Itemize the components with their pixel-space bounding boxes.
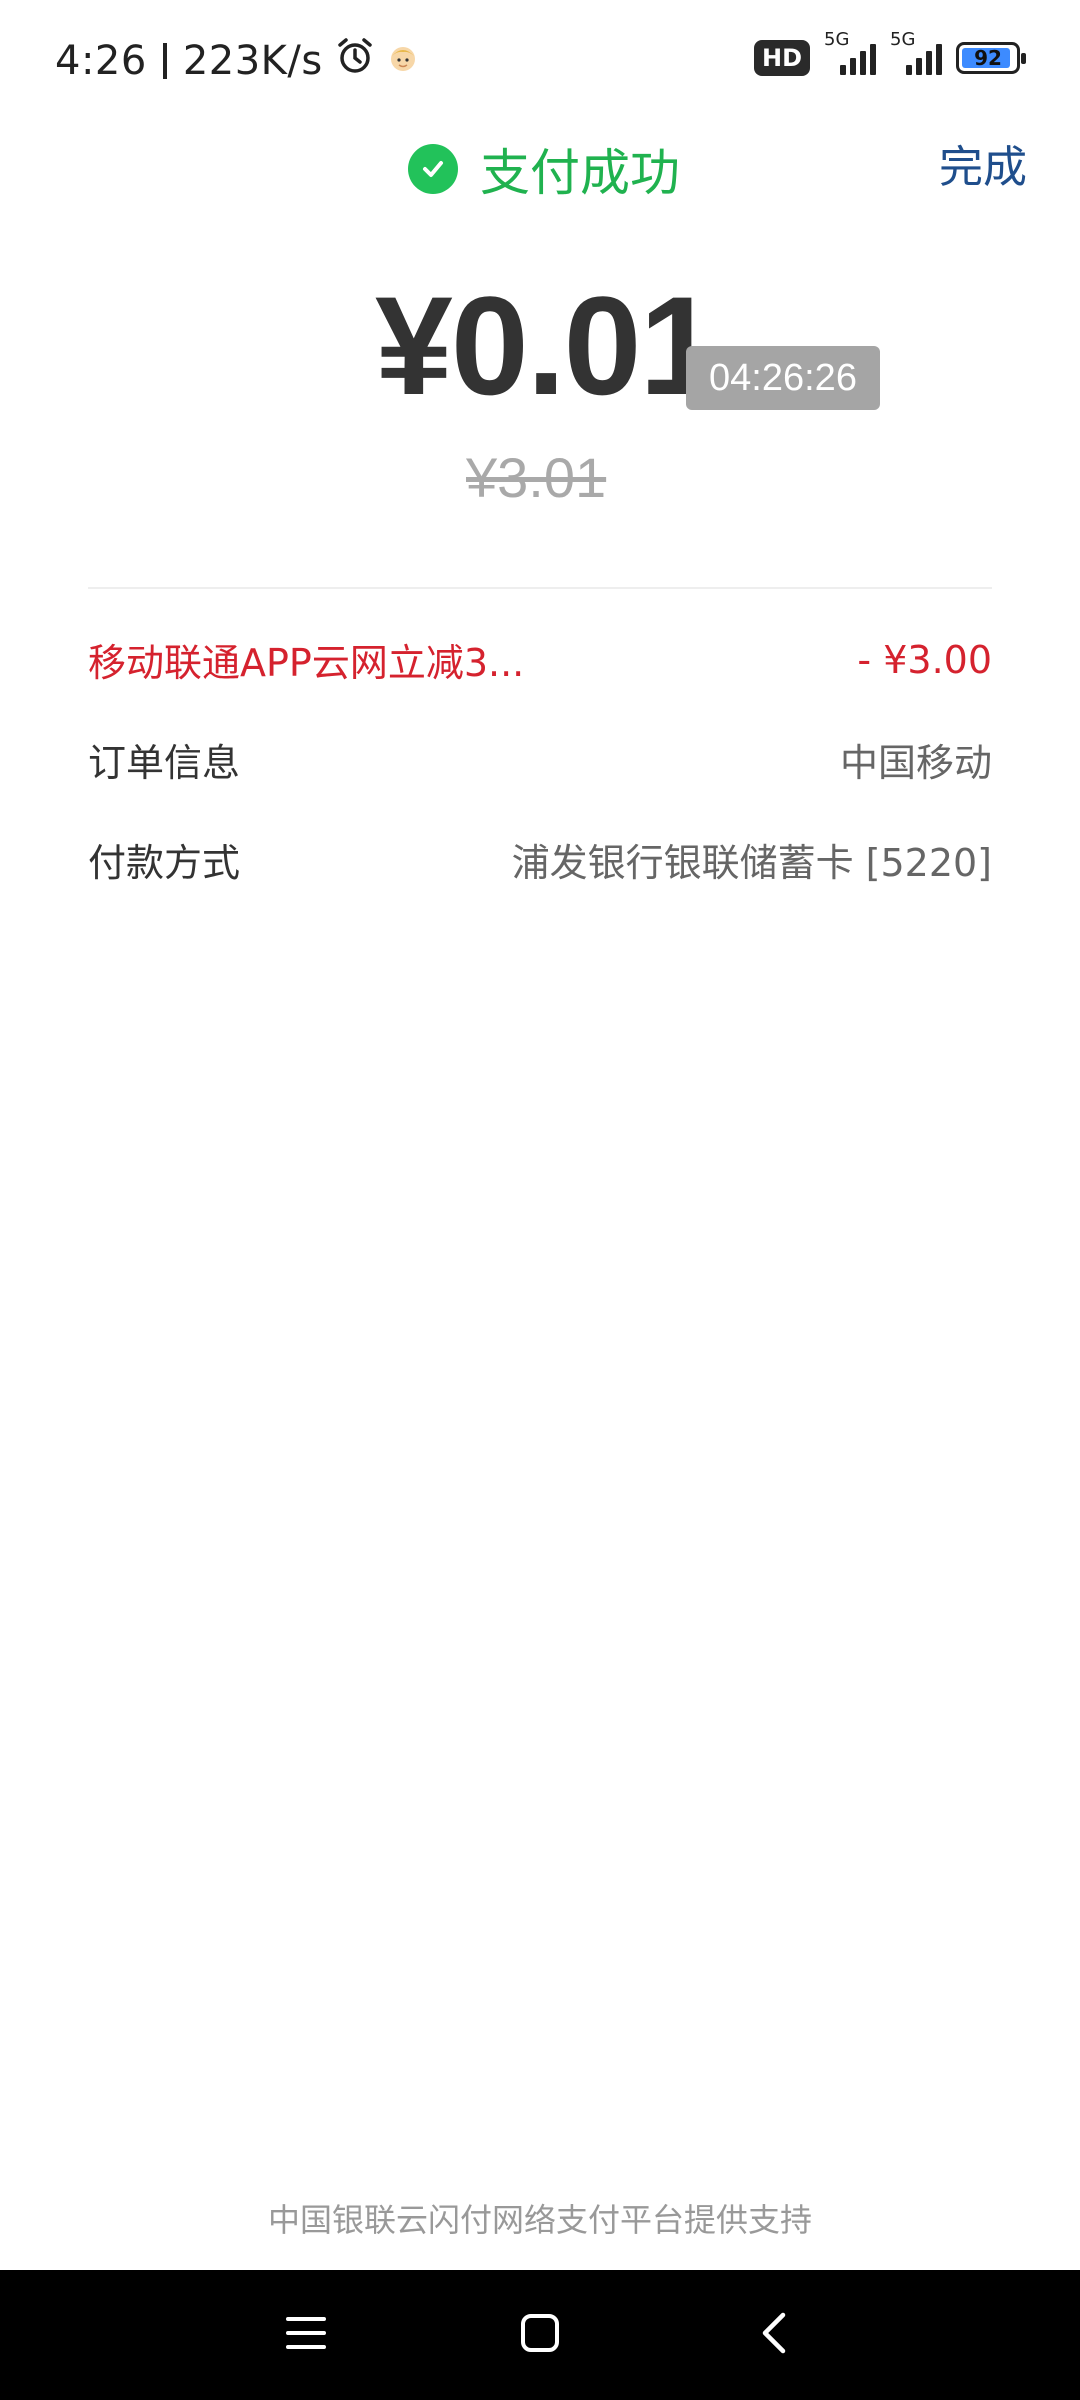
divider [88, 587, 992, 589]
time-badge: 04:26:26 [686, 346, 880, 410]
battery-icon: 92 [956, 42, 1026, 74]
payment-success-screen: 4:26 223K/s HD 5G 5G 92 支付成功 完成 ¥0.01 04… [0, 0, 1080, 2400]
payment-method-row: 付款方式 浦发银行银联储蓄卡 [5220] [88, 832, 992, 887]
payment-method-label: 付款方式 [88, 841, 241, 885]
hd-badge: HD [753, 40, 810, 76]
alarm-icon [335, 36, 375, 86]
menu-button[interactable] [236, 2270, 376, 2400]
status-left: 4:26 223K/s [55, 36, 419, 86]
menu-icon [284, 2313, 328, 2357]
network-type-1: 5G [824, 29, 850, 50]
signal-2: 5G [890, 29, 942, 75]
back-icon [757, 2309, 791, 2361]
status-separator [162, 43, 167, 79]
home-icon [518, 2311, 562, 2359]
back-button[interactable] [704, 2270, 844, 2400]
navigation-bar [0, 2270, 1080, 2400]
signal-1: 5G [824, 29, 876, 75]
header: 支付成功 完成 [0, 125, 1080, 235]
status-bar: 4:26 223K/s HD 5G 5G 92 [0, 0, 1080, 125]
footer-text: 中国银联云闪付网络支付平台提供支持 [267, 2201, 812, 2239]
status-right: HD 5G 5G 92 [753, 29, 1026, 76]
success-title: 支付成功 [408, 133, 680, 205]
payment-method-value: 浦发银行银联储蓄卡 [5220] [511, 841, 992, 885]
network-type-2: 5G [890, 29, 916, 50]
battery-level: 92 [974, 46, 1002, 70]
order-info-row: 订单信息 中国移动 [88, 732, 992, 787]
net-speed: 223K/s [182, 38, 323, 84]
order-info-label: 订单信息 [88, 741, 241, 785]
emoji-avatar-icon [387, 38, 419, 84]
done-button[interactable]: 完成 [939, 131, 1027, 195]
discount-value: - ¥3.00 [857, 637, 992, 682]
discount-row: 移动联通APP云网立减3... - ¥3.00 [88, 632, 992, 687]
payment-amount: ¥0.01 [375, 267, 717, 424]
home-button[interactable] [470, 2270, 610, 2400]
status-time: 4:26 [55, 38, 147, 84]
check-circle-icon [408, 144, 458, 194]
order-info-value: 中国移动 [839, 741, 992, 785]
original-price: ¥3.01 [466, 446, 607, 509]
discount-label: 移动联通APP云网立减3... [88, 641, 525, 685]
page-title: 支付成功 [480, 144, 680, 202]
